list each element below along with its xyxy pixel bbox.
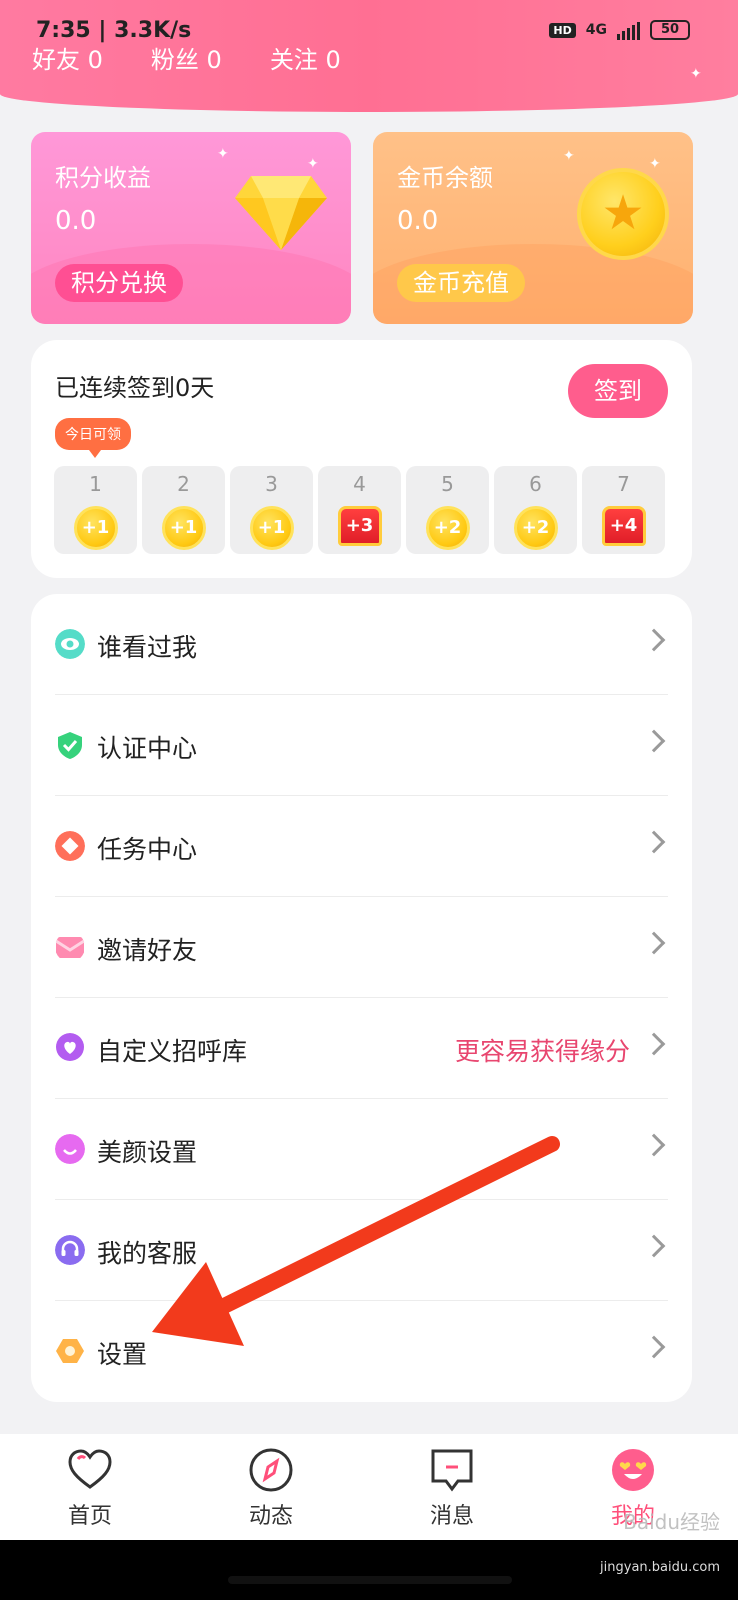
tab-label: 动态 bbox=[248, 1504, 293, 1529]
menu-item-label: 我的客服 bbox=[97, 1239, 198, 1268]
menu-item-tasks[interactable]: 任务中心 bbox=[31, 796, 692, 897]
menu-item-verification[interactable]: 认证中心 bbox=[31, 695, 692, 796]
signin-day[interactable]: 3 +1 bbox=[230, 466, 313, 554]
signin-streak-title: 已连续签到0天 bbox=[55, 374, 215, 402]
status-icons: HD 4G 50 bbox=[549, 20, 690, 40]
signin-day[interactable]: 2 +1 bbox=[142, 466, 225, 554]
emoji-face-icon bbox=[612, 1449, 654, 1491]
signin-day[interactable]: 4 +3 bbox=[318, 466, 401, 554]
signin-days: 1 +1 2 +1 3 +1 4 +3 5 +2 6 +2 7 +4 bbox=[54, 466, 665, 554]
signin-day[interactable]: 1 +1 bbox=[54, 466, 137, 554]
follow-stats: 好友 0 粉丝 0 关注 0 bbox=[32, 40, 341, 75]
smile-icon bbox=[55, 1134, 85, 1164]
menu-item-label: 任务中心 bbox=[97, 835, 198, 864]
hd-badge: HD bbox=[549, 22, 576, 38]
headset-icon bbox=[55, 1235, 85, 1265]
menu-list: 谁看过我 认证中心 任务中心 邀请好友 自定义招呼库 更容易获得缘分 美颜设置 … bbox=[31, 594, 692, 1402]
coins-value: 0.0 bbox=[397, 206, 439, 236]
points-title: 积分收益 bbox=[55, 164, 151, 192]
profile-header: ✦ 7:35 | 3.3K/s HD 4G 50 好友 0 粉丝 0 关注 0 bbox=[0, 0, 738, 112]
sparkle-icon: ✦ bbox=[690, 66, 702, 82]
signin-day[interactable]: 7 +4 bbox=[582, 466, 665, 554]
chevron-right-icon bbox=[642, 1234, 666, 1258]
menu-item-label: 设置 bbox=[97, 1340, 148, 1369]
chevron-right-icon bbox=[642, 1032, 666, 1056]
sparkle-icon: ✦ bbox=[649, 156, 661, 172]
signin-day[interactable]: 5 +2 bbox=[406, 466, 489, 554]
signal-icon bbox=[617, 20, 640, 40]
today-claimable-tag: 今日可领 bbox=[55, 418, 131, 458]
menu-item-invite-friends[interactable]: 邀请好友 bbox=[31, 897, 692, 998]
menu-item-custom-greetings[interactable]: 自定义招呼库 更容易获得缘分 bbox=[31, 998, 692, 1099]
menu-item-hint: 更容易获得缘分 bbox=[454, 1037, 630, 1066]
chevron-right-icon bbox=[642, 1133, 666, 1157]
task-diamond-icon bbox=[55, 831, 85, 861]
chevron-right-icon bbox=[642, 729, 666, 753]
tab-label: 消息 bbox=[429, 1504, 474, 1529]
coin-icon: +1 bbox=[161, 506, 206, 550]
menu-item-label: 谁看过我 bbox=[97, 633, 198, 662]
tab-label: 首页 bbox=[67, 1504, 112, 1529]
sparkle-icon: ✦ bbox=[563, 148, 575, 164]
menu-item-beauty-settings[interactable]: 美颜设置 bbox=[31, 1099, 692, 1200]
menu-item-customer-service[interactable]: 我的客服 bbox=[31, 1200, 692, 1301]
coins-title: 金币余额 bbox=[397, 164, 493, 192]
message-icon bbox=[431, 1449, 473, 1492]
coin-icon: +2 bbox=[513, 506, 558, 550]
network-label: 4G bbox=[585, 22, 607, 38]
baidu-watermark-url: jingyan.baidu.com bbox=[600, 1560, 720, 1575]
menu-item-label: 邀请好友 bbox=[97, 936, 198, 965]
menu-item-label: 认证中心 bbox=[97, 734, 198, 763]
chevron-right-icon bbox=[642, 931, 666, 955]
envelope-icon bbox=[55, 937, 85, 958]
sparkle-icon: ✦ bbox=[217, 146, 229, 162]
compass-icon bbox=[249, 1448, 293, 1492]
gold-coin-icon: ★ bbox=[577, 168, 669, 260]
tab-messages[interactable]: 消息 bbox=[362, 1434, 542, 1540]
coin-icon: +2 bbox=[425, 506, 470, 550]
tab-moments[interactable]: 动态 bbox=[181, 1434, 361, 1540]
following-count[interactable]: 关注 0 bbox=[270, 40, 341, 75]
chevron-right-icon bbox=[642, 1335, 666, 1359]
eye-icon bbox=[55, 629, 85, 659]
coins-recharge-button[interactable]: 金币充值 bbox=[397, 264, 525, 302]
heart-icon bbox=[68, 1449, 112, 1489]
heart-chat-icon bbox=[56, 1033, 84, 1061]
signin-day[interactable]: 6 +2 bbox=[494, 466, 577, 554]
tab-home[interactable]: 首页 bbox=[0, 1434, 180, 1540]
coin-icon: +1 bbox=[249, 506, 294, 550]
shield-check-icon bbox=[58, 732, 82, 759]
chevron-right-icon bbox=[642, 628, 666, 652]
fans-count[interactable]: 粉丝 0 bbox=[151, 40, 222, 75]
menu-item-label: 美颜设置 bbox=[97, 1138, 198, 1167]
coins-card[interactable]: ✦ ✦ 金币余额 0.0 金币充值 ★ bbox=[373, 132, 693, 324]
menu-item-settings[interactable]: 设置 bbox=[31, 1301, 692, 1402]
friends-count[interactable]: 好友 0 bbox=[32, 40, 103, 75]
points-exchange-button[interactable]: 积分兑换 bbox=[55, 264, 183, 302]
diamond-icon bbox=[235, 176, 327, 250]
baidu-watermark: Baidu经验 bbox=[623, 1510, 720, 1534]
signin-button[interactable]: 签到 bbox=[568, 364, 668, 418]
menu-item-who-viewed-me[interactable]: 谁看过我 bbox=[31, 594, 692, 695]
treasure-chest-icon: +3 bbox=[337, 506, 382, 546]
signin-panel: 已连续签到0天 签到 今日可领 1 +1 2 +1 3 +1 4 +3 5 +2 6 +2 … bbox=[31, 340, 692, 578]
sparkle-icon: ✦ bbox=[307, 156, 319, 172]
coin-icon: +1 bbox=[73, 506, 118, 550]
points-card[interactable]: ✦ ✦ 积分收益 0.0 积分兑换 bbox=[31, 132, 351, 324]
gear-icon bbox=[56, 1339, 84, 1363]
points-value: 0.0 bbox=[55, 206, 97, 236]
battery-icon: 50 bbox=[650, 20, 690, 40]
home-indicator[interactable] bbox=[228, 1576, 512, 1584]
chevron-right-icon bbox=[642, 830, 666, 854]
treasure-chest-icon: +4 bbox=[601, 506, 646, 546]
menu-item-label: 自定义招呼库 bbox=[97, 1037, 248, 1066]
